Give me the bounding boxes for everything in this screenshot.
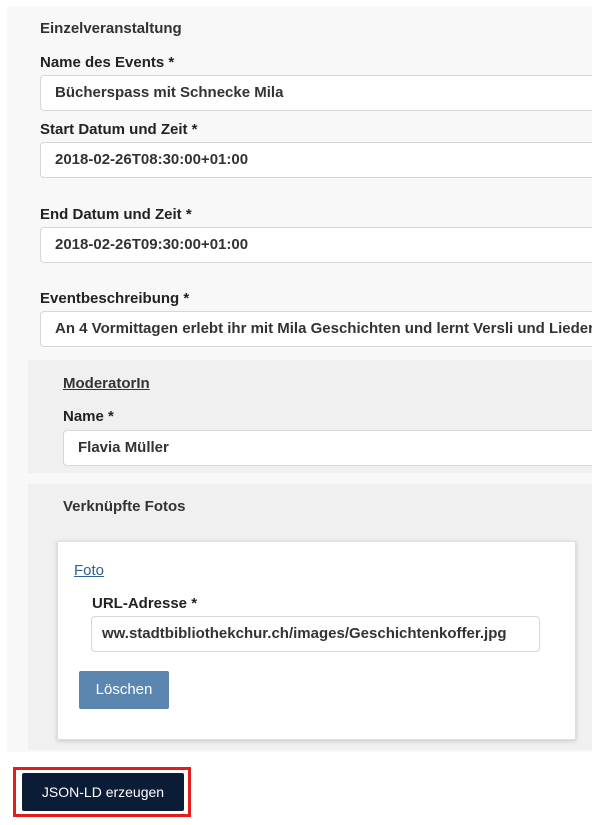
start-datetime-label: Start Datum und Zeit * xyxy=(40,121,198,138)
photo-link[interactable]: Foto xyxy=(74,562,104,579)
section-title: Einzelveranstaltung xyxy=(40,20,182,37)
end-datetime-input[interactable]: 2018-02-26T09:30:00+01:00 xyxy=(40,227,592,263)
description-label: Eventbeschreibung * xyxy=(40,290,190,307)
description-input[interactable]: An 4 Vormittagen erlebt ihr mit Mila Ges… xyxy=(40,311,592,347)
start-datetime-input[interactable]: 2018-02-26T08:30:00+01:00 xyxy=(40,142,592,178)
end-datetime-label: End Datum und Zeit * xyxy=(40,206,192,223)
event-name-input[interactable]: Bücherspass mit Schnecke Mila xyxy=(40,75,592,111)
delete-photo-button[interactable]: Löschen xyxy=(79,671,169,709)
moderator-link[interactable]: ModeratorIn xyxy=(63,375,150,392)
moderator-name-label: Name * xyxy=(63,408,114,425)
generate-json-ld-button[interactable]: JSON-LD erzeugen xyxy=(22,773,184,811)
photo-url-label: URL-Adresse * xyxy=(92,595,198,612)
photo-url-input[interactable]: ww.stadtbibliothekchur.ch/images/Geschic… xyxy=(91,616,540,652)
moderator-name-input[interactable]: Flavia Müller xyxy=(63,430,592,466)
linked-photos-title: Verknüpfte Fotos xyxy=(63,498,186,515)
event-name-label: Name des Events * xyxy=(40,54,175,71)
